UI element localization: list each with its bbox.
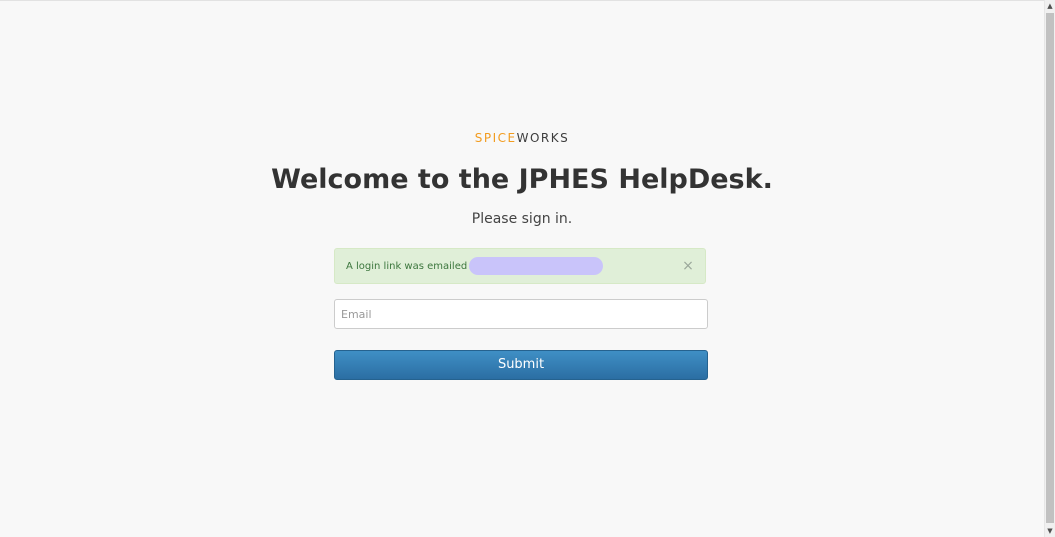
email-field[interactable]: [334, 299, 708, 329]
login-panel: SPICEWORKS Welcome to the JPHES HelpDesk…: [0, 0, 1044, 537]
page-title: Welcome to the JPHES HelpDesk.: [271, 164, 773, 195]
submit-button[interactable]: Submit: [334, 350, 708, 380]
page: SPICEWORKS Welcome to the JPHES HelpDesk…: [0, 0, 1055, 537]
close-icon[interactable]: ×: [681, 258, 695, 274]
redacted-email: [469, 257, 603, 275]
spiceworks-logo: SPICEWORKS: [0, 131, 1044, 145]
vertical-scrollbar[interactable]: ▲ ▼: [1044, 0, 1055, 537]
scrollbar-thumb[interactable]: [1046, 13, 1054, 523]
page-subtitle: Please sign in.: [471, 211, 573, 227]
scroll-up-icon[interactable]: ▲: [1045, 0, 1055, 12]
alert-message: A login link was emailed to: [346, 261, 481, 272]
logo-spice-text: SPICE: [474, 131, 517, 145]
scroll-down-icon[interactable]: ▼: [1045, 525, 1055, 537]
logo-works-text: WORKS: [516, 131, 570, 145]
success-alert: A login link was emailed to ×: [334, 248, 706, 284]
